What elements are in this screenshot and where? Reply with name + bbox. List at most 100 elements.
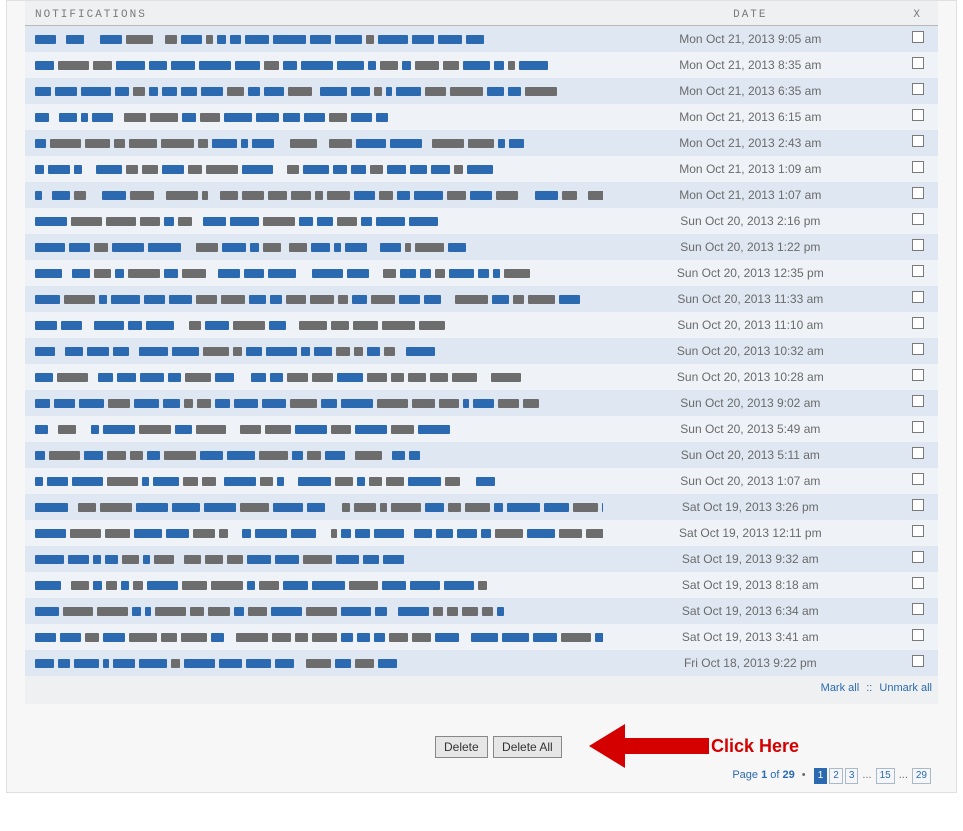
row-checkbox[interactable] <box>912 525 924 537</box>
row-checkbox[interactable] <box>912 473 924 485</box>
notification-checkbox-cell <box>897 104 938 130</box>
row-checkbox[interactable] <box>912 83 924 95</box>
row-checkbox[interactable] <box>912 187 924 199</box>
notification-date: Sun Oct 20, 2013 11:10 am <box>603 312 897 338</box>
notification-text[interactable] <box>25 260 603 286</box>
table-row: Sun Oct 20, 2013 12:35 pm <box>25 260 938 286</box>
row-checkbox[interactable] <box>912 31 924 43</box>
unmark-all-link[interactable]: Unmark all <box>879 682 932 694</box>
notification-text[interactable] <box>25 78 603 104</box>
table-row: Sat Oct 19, 2013 12:11 pm <box>25 520 938 546</box>
notification-text[interactable] <box>25 52 603 78</box>
notification-text[interactable] <box>25 390 603 416</box>
notification-text[interactable] <box>25 650 603 676</box>
row-checkbox[interactable] <box>912 395 924 407</box>
mark-all-link[interactable]: Mark all <box>821 682 860 694</box>
row-checkbox[interactable] <box>912 57 924 69</box>
pager-total: 29 <box>782 769 794 781</box>
pager-page[interactable]: 15 <box>876 768 895 784</box>
notification-text[interactable] <box>25 416 603 442</box>
pager-page[interactable]: 3 <box>845 768 859 784</box>
notification-text[interactable] <box>25 364 603 390</box>
row-checkbox[interactable] <box>912 343 924 355</box>
row-checkbox[interactable] <box>912 135 924 147</box>
notification-date: Sun Oct 20, 2013 10:28 am <box>603 364 897 390</box>
delete-all-button[interactable]: Delete All <box>493 736 562 758</box>
row-checkbox[interactable] <box>912 499 924 511</box>
notification-text[interactable] <box>25 494 603 520</box>
click-here-annotation: Click Here <box>711 736 799 757</box>
pager-page[interactable]: 29 <box>912 768 931 784</box>
table-row: Sat Oct 19, 2013 9:32 am <box>25 546 938 572</box>
notification-text[interactable] <box>25 468 603 494</box>
row-checkbox[interactable] <box>912 109 924 121</box>
delete-button[interactable]: Delete <box>435 736 488 758</box>
notification-date: Sun Oct 20, 2013 5:11 am <box>603 442 897 468</box>
notification-date: Mon Oct 21, 2013 2:43 am <box>603 130 897 156</box>
notification-text[interactable] <box>25 312 603 338</box>
notification-checkbox-cell <box>897 338 938 364</box>
notification-date: Sun Oct 20, 2013 2:16 pm <box>603 208 897 234</box>
notification-date: Sun Oct 20, 2013 1:22 pm <box>603 234 897 260</box>
pager-label-prefix: Page <box>732 769 761 781</box>
notification-text[interactable] <box>25 234 603 260</box>
notification-text[interactable] <box>25 572 603 598</box>
pager-page[interactable]: 2 <box>829 768 843 784</box>
row-checkbox[interactable] <box>912 161 924 173</box>
notification-text[interactable] <box>25 182 603 208</box>
col-header-notifications: NOTIFICATIONS <box>25 1 603 26</box>
notification-checkbox-cell <box>897 520 938 546</box>
notification-text[interactable] <box>25 130 603 156</box>
notification-date: Sat Oct 19, 2013 9:32 am <box>603 546 897 572</box>
table-row: Sat Oct 19, 2013 8:18 am <box>25 572 938 598</box>
pager: Page 1 of 29 • 123...15...29 <box>732 768 932 784</box>
button-row: Delete Delete All <box>435 736 564 758</box>
row-checkbox[interactable] <box>912 239 924 251</box>
notification-text[interactable] <box>25 26 603 52</box>
notification-text[interactable] <box>25 208 603 234</box>
col-header-date: DATE <box>603 1 897 26</box>
notification-text[interactable] <box>25 546 603 572</box>
notification-text[interactable] <box>25 338 603 364</box>
table-row: Sat Oct 19, 2013 3:26 pm <box>25 494 938 520</box>
row-checkbox[interactable] <box>912 629 924 641</box>
table-row: Mon Oct 21, 2013 1:09 am <box>25 156 938 182</box>
notifications-panel: NOTIFICATIONS DATE X Mon Oct 21, 2013 9:… <box>25 1 938 704</box>
row-checkbox[interactable] <box>912 265 924 277</box>
table-row: Sun Oct 20, 2013 11:33 am <box>25 286 938 312</box>
notification-text[interactable] <box>25 624 603 650</box>
mark-links: Mark all :: Unmark all <box>25 676 938 696</box>
notification-checkbox-cell <box>897 390 938 416</box>
notification-text[interactable] <box>25 156 603 182</box>
table-row: Sun Oct 20, 2013 10:28 am <box>25 364 938 390</box>
row-checkbox[interactable] <box>912 447 924 459</box>
table-row: Fri Oct 18, 2013 9:22 pm <box>25 650 938 676</box>
notification-text[interactable] <box>25 598 603 624</box>
row-checkbox[interactable] <box>912 291 924 303</box>
mark-separator: :: <box>866 682 872 694</box>
row-checkbox[interactable] <box>912 655 924 667</box>
pager-ellipsis: ... <box>899 769 908 781</box>
row-checkbox[interactable] <box>912 551 924 563</box>
arrow-icon <box>589 716 709 779</box>
notification-checkbox-cell <box>897 78 938 104</box>
row-checkbox[interactable] <box>912 213 924 225</box>
notification-text[interactable] <box>25 442 603 468</box>
row-checkbox[interactable] <box>912 603 924 615</box>
notification-checkbox-cell <box>897 572 938 598</box>
row-checkbox[interactable] <box>912 421 924 433</box>
notification-text[interactable] <box>25 286 603 312</box>
row-checkbox[interactable] <box>912 577 924 589</box>
notification-date: Sat Oct 19, 2013 8:18 am <box>603 572 897 598</box>
row-checkbox[interactable] <box>912 369 924 381</box>
table-row: Sun Oct 20, 2013 1:22 pm <box>25 234 938 260</box>
row-checkbox[interactable] <box>912 317 924 329</box>
notification-text[interactable] <box>25 104 603 130</box>
notification-checkbox-cell <box>897 364 938 390</box>
table-row: Mon Oct 21, 2013 1:07 am <box>25 182 938 208</box>
notification-checkbox-cell <box>897 234 938 260</box>
notification-checkbox-cell <box>897 260 938 286</box>
notification-checkbox-cell <box>897 130 938 156</box>
notification-date: Sat Oct 19, 2013 12:11 pm <box>603 520 897 546</box>
notification-text[interactable] <box>25 520 603 546</box>
